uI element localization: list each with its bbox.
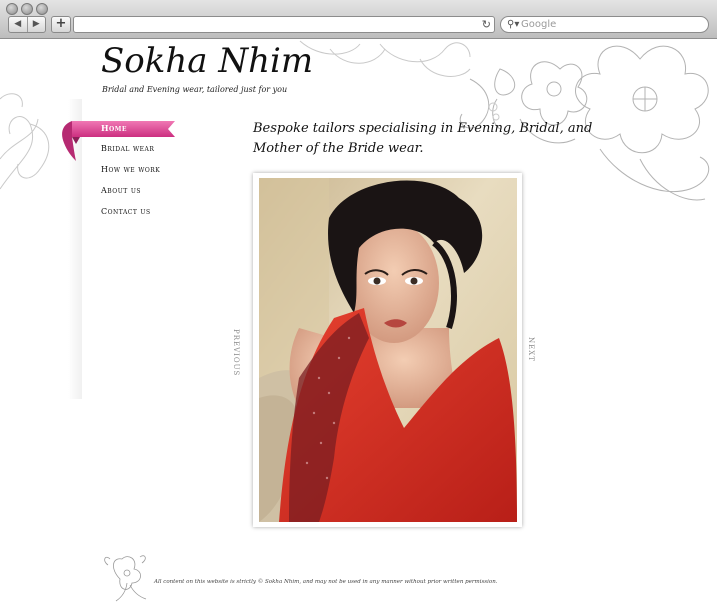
gallery-previous-button[interactable]: PREVIOUS (232, 329, 240, 376)
nav-item-home[interactable]: Home (101, 123, 127, 133)
site-tagline: Bridal and Evening wear, tailored just f… (102, 85, 288, 94)
gallery-photo[interactable] (259, 178, 517, 522)
address-bar[interactable]: ↻ (73, 16, 495, 33)
window-close-button[interactable] (6, 3, 18, 15)
page-heading: Bespoke tailors specialising in Evening,… (253, 121, 593, 156)
search-placeholder: Google (521, 19, 557, 30)
nav-item-how-we-work[interactable]: How we work (101, 165, 160, 174)
history-buttons: ◀ ▶ (8, 16, 46, 33)
browser-toolbar: ◀ ▶ + ↻ ⚲▾ Google (0, 0, 717, 39)
search-icon: ⚲▾ (507, 19, 520, 30)
gallery-photo-frame (253, 173, 522, 527)
gallery-next-button[interactable]: NEXT (527, 337, 535, 362)
back-arrow-icon[interactable]: ◀ (9, 17, 27, 32)
forward-arrow-icon[interactable]: ▶ (26, 17, 46, 32)
window-minimize-button[interactable] (21, 3, 33, 15)
nav-item-about-us[interactable]: About us (101, 186, 141, 195)
search-input[interactable]: ⚲▾ Google (500, 16, 709, 33)
reload-icon[interactable]: ↻ (482, 17, 491, 32)
new-tab-button[interactable]: + (51, 16, 71, 33)
footer-copyright: All content on this website is strictly … (154, 579, 498, 585)
site-logo[interactable]: Sokha Nhim (101, 41, 313, 81)
web-page: Sokha Nhim Bridal and Evening wear, tail… (0, 39, 717, 603)
nav-item-bridal-wear[interactable]: Bridal wear (101, 144, 154, 153)
footer-flower-icon (104, 555, 147, 602)
nav-item-contact-us[interactable]: Contact us (101, 207, 151, 216)
window-zoom-button[interactable] (36, 3, 48, 15)
